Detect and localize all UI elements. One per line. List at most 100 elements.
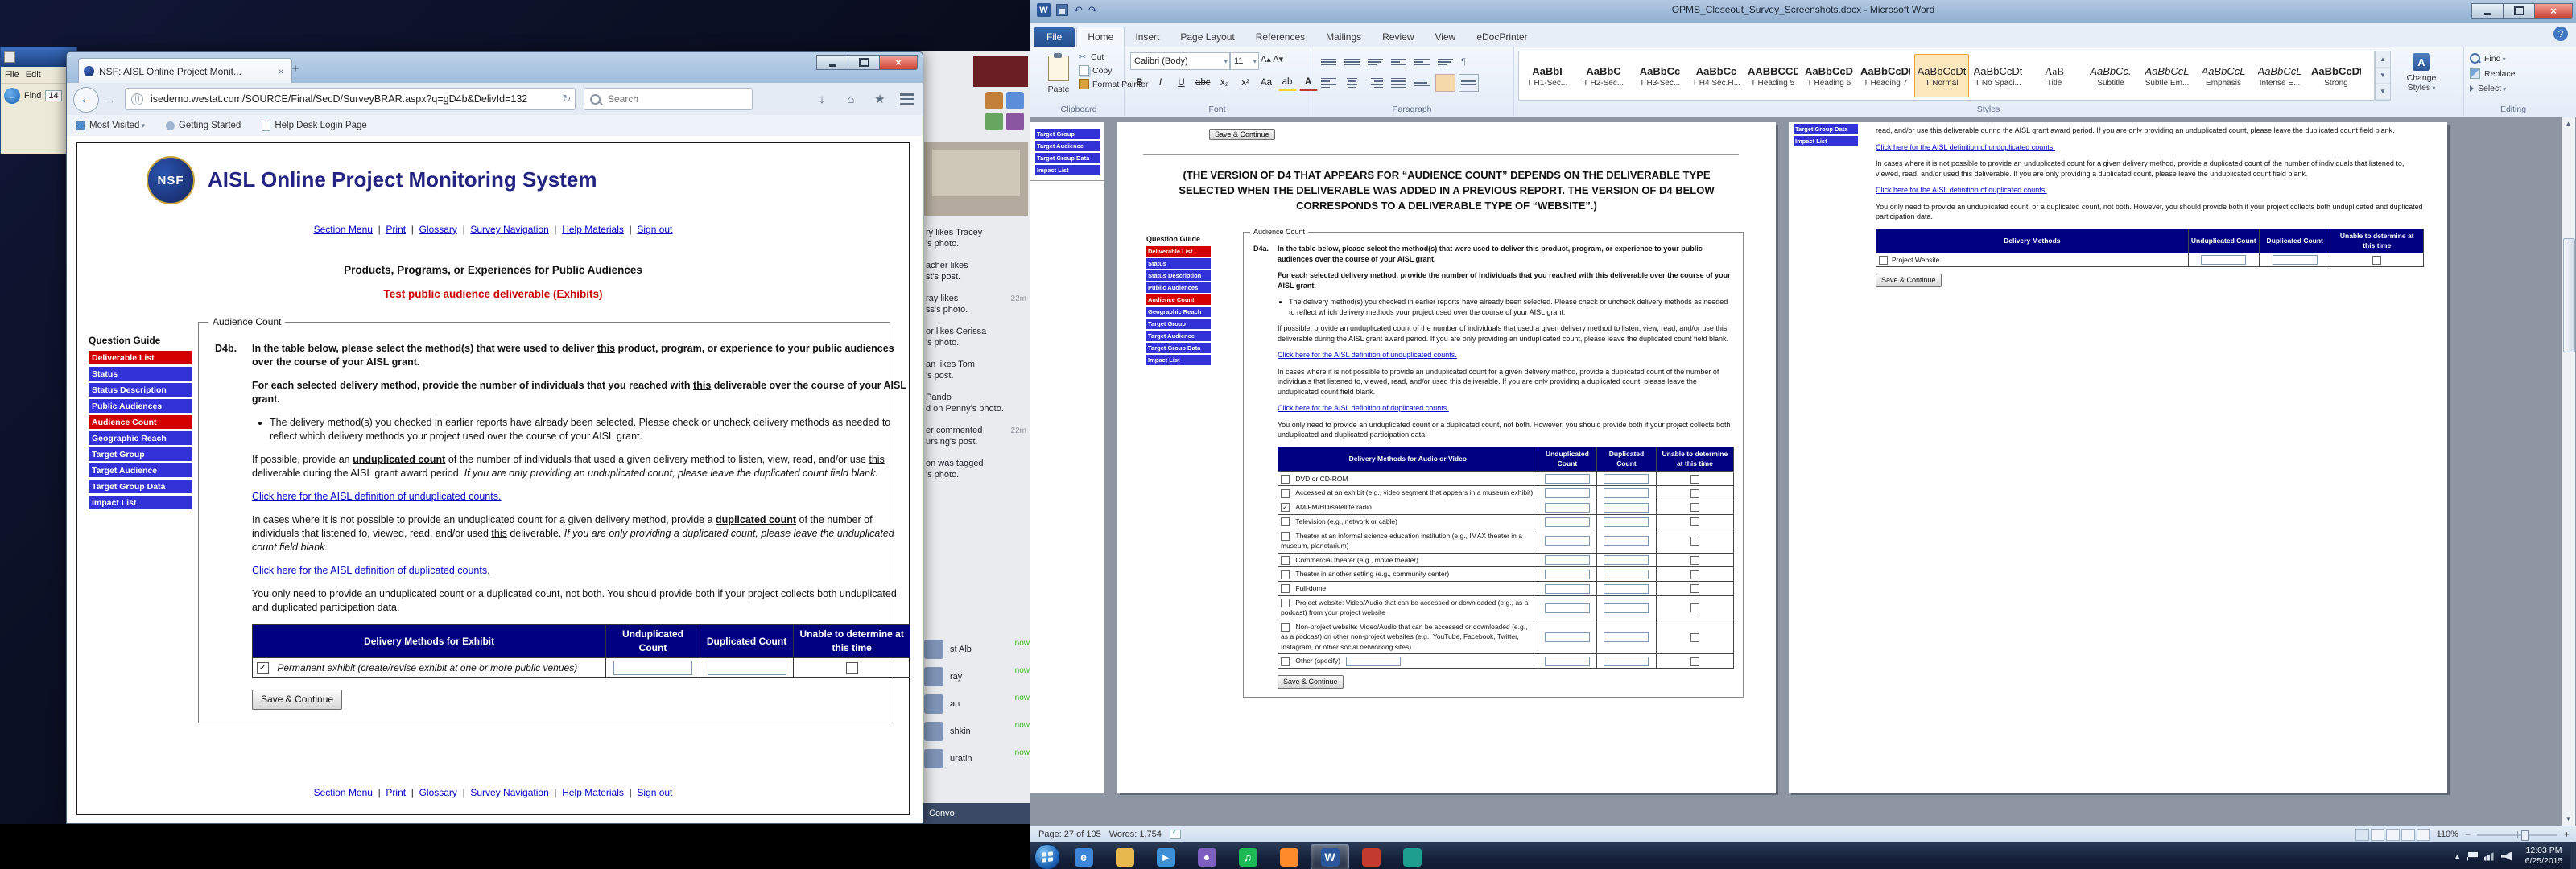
word-titlebar[interactable]: W ↶ ↷ OPMS_Closeout_Survey_Screenshots.d… [1030,0,2576,23]
feed-notification[interactable]: an likes Tom 's post. [926,359,1028,381]
select-button[interactable]: Select [2470,84,2516,93]
duplicated-input[interactable] [1604,536,1649,546]
action-center-icon[interactable] [2467,852,2478,861]
search-icon[interactable] [590,94,601,105]
duplicated-input[interactable] [1604,555,1649,565]
style-chip[interactable]: AaBbCcD T Heading 6 [1802,54,1856,97]
feed-app-tile[interactable] [1006,113,1024,130]
show-desktop-button[interactable] [2570,842,2576,869]
footer-nav-link[interactable]: Survey Navigation [457,787,549,798]
menu-edit[interactable]: Edit [26,70,41,80]
change-styles-button[interactable]: A Change Styles [2396,53,2447,93]
unduplicated-input[interactable] [1545,603,1590,613]
style-chip[interactable]: AaBbCcDt T No Spaci... [1971,54,2025,97]
feed-app-tile[interactable] [1006,92,1024,109]
increase-indent-button[interactable] [1412,53,1432,71]
unable-checkbox[interactable] [1690,556,1699,565]
style-chip[interactable]: AABBCCD T Heading 5 [1745,54,1800,97]
font-name-select[interactable]: Calibri (Body) [1130,52,1230,70]
unduplicated-input[interactable] [1545,503,1590,513]
chat-tab[interactable]: Convo [921,803,1031,824]
unable-checkbox[interactable] [1690,503,1699,512]
delivery-method-checkbox[interactable]: ✓ [257,662,269,674]
question-guide-item[interactable]: Public Audiences [89,399,192,413]
ribbon-tab[interactable]: Review [1372,27,1424,47]
shading-button[interactable] [1435,74,1455,92]
feed-app-tile[interactable] [985,92,1003,109]
unable-checkbox[interactable] [1690,475,1699,484]
unable-checkbox[interactable] [1690,570,1699,579]
feed-app-tile[interactable] [985,113,1003,130]
word-count[interactable]: Words: 1,754 [1109,830,1162,839]
taskbar-icon-media-player[interactable]: ▸ [1146,844,1185,869]
nav-link[interactable]: Section Menu [314,224,373,235]
new-tab-button[interactable] [286,62,305,80]
feed-notification[interactable]: ry likes Tracey 's photo. [926,227,1028,249]
question-guide-item[interactable]: Status Description [89,383,192,397]
question-guide-item[interactable]: Target Audience [89,463,192,477]
superscript-button[interactable]: x² [1236,75,1255,90]
unable-checkbox[interactable] [1690,633,1699,642]
find-label[interactable]: Find [24,91,41,101]
unduplicated-input[interactable] [1545,632,1590,642]
borders-button[interactable] [1459,74,1479,92]
sort-button[interactable] [1435,53,1455,71]
bookmark-most-visited[interactable]: Most Visited [76,121,145,130]
ribbon-tab[interactable]: Mailings [1315,27,1372,47]
row-checkbox[interactable] [1879,256,1888,265]
row-checkbox[interactable] [1281,489,1290,498]
question-guide-item[interactable]: Status [89,367,192,381]
unable-checkbox[interactable] [1690,584,1699,593]
feed-person-row[interactable]: ray now [921,663,1031,690]
duplicated-input[interactable] [1604,488,1649,498]
unduplicated-input[interactable] [1545,657,1590,666]
align-left-button[interactable] [1319,74,1339,92]
taskbar-icon-messenger[interactable] [1393,844,1431,869]
bookmark-help-desk[interactable]: Help Desk Login Page [262,121,366,131]
network-icon[interactable] [2484,852,2495,861]
unduplicated-input[interactable] [1545,584,1590,594]
feed-photo[interactable] [924,142,1028,216]
zoom-slider[interactable] [2477,834,2557,836]
question-guide-item[interactable]: Deliverable List [89,351,192,364]
ribbon-tab[interactable]: View [1425,27,1467,47]
row-checkbox[interactable]: ✓ [1281,503,1290,512]
duplicated-count-input[interactable] [708,661,786,675]
style-chip[interactable]: AaBbCc T H3-Sec... [1633,54,1687,97]
unable-checkbox[interactable] [1690,517,1699,526]
multilevel-list-button[interactable] [1365,53,1385,71]
taskbar-clock[interactable]: 12:03 PM 6/25/2015 [2518,846,2570,867]
bookmark-getting-started[interactable]: Getting Started [166,121,241,130]
ribbon-tab[interactable]: Page Layout [1170,27,1245,47]
zoom-out-icon[interactable]: − [2465,829,2471,840]
align-right-button[interactable] [1365,74,1385,92]
unduplicated-input[interactable] [1545,536,1590,546]
taskbar-icon-file-explorer[interactable] [1105,844,1144,869]
url-bar[interactable] [125,88,576,110]
nav-link[interactable]: Print [373,224,406,235]
feed-notification[interactable]: ray likes ss's photo. 22m [926,293,1028,315]
reload-icon[interactable] [559,93,575,105]
minimize-button[interactable] [816,55,848,70]
underline-button[interactable]: U [1172,75,1191,90]
unable-checkbox[interactable] [1690,489,1699,498]
subscript-button[interactable]: x₂ [1216,75,1234,90]
find-button[interactable]: Find [2470,53,2516,64]
scrollbar-thumb[interactable] [2563,238,2575,352]
taskbar-icon-spotify[interactable]: ♫ [1228,844,1267,869]
minimize-button[interactable] [2471,3,2504,19]
font-size-select[interactable]: 11 [1230,52,1259,70]
other-specify-input[interactable] [1346,657,1401,666]
taskbar-icon-pdf-reader[interactable] [1352,844,1390,869]
duplicated-input[interactable] [1604,503,1649,513]
styles-gallery-scroll[interactable]: ▲▼▼ [2375,51,2391,101]
ribbon-tab[interactable]: eDocPrinter [1466,27,1538,47]
view-buttons[interactable] [2355,829,2430,841]
show-paragraph-marks-button[interactable]: ¶ [1459,53,1479,71]
forward-button[interactable]: → [102,91,118,107]
unable-checkbox[interactable] [2372,256,2381,265]
unable-checkbox[interactable] [1690,603,1699,612]
feed-notification[interactable]: er commented ursing's post. 22m [926,425,1028,447]
url-input[interactable] [149,93,559,105]
change-case-button[interactable]: Aa [1257,75,1276,90]
